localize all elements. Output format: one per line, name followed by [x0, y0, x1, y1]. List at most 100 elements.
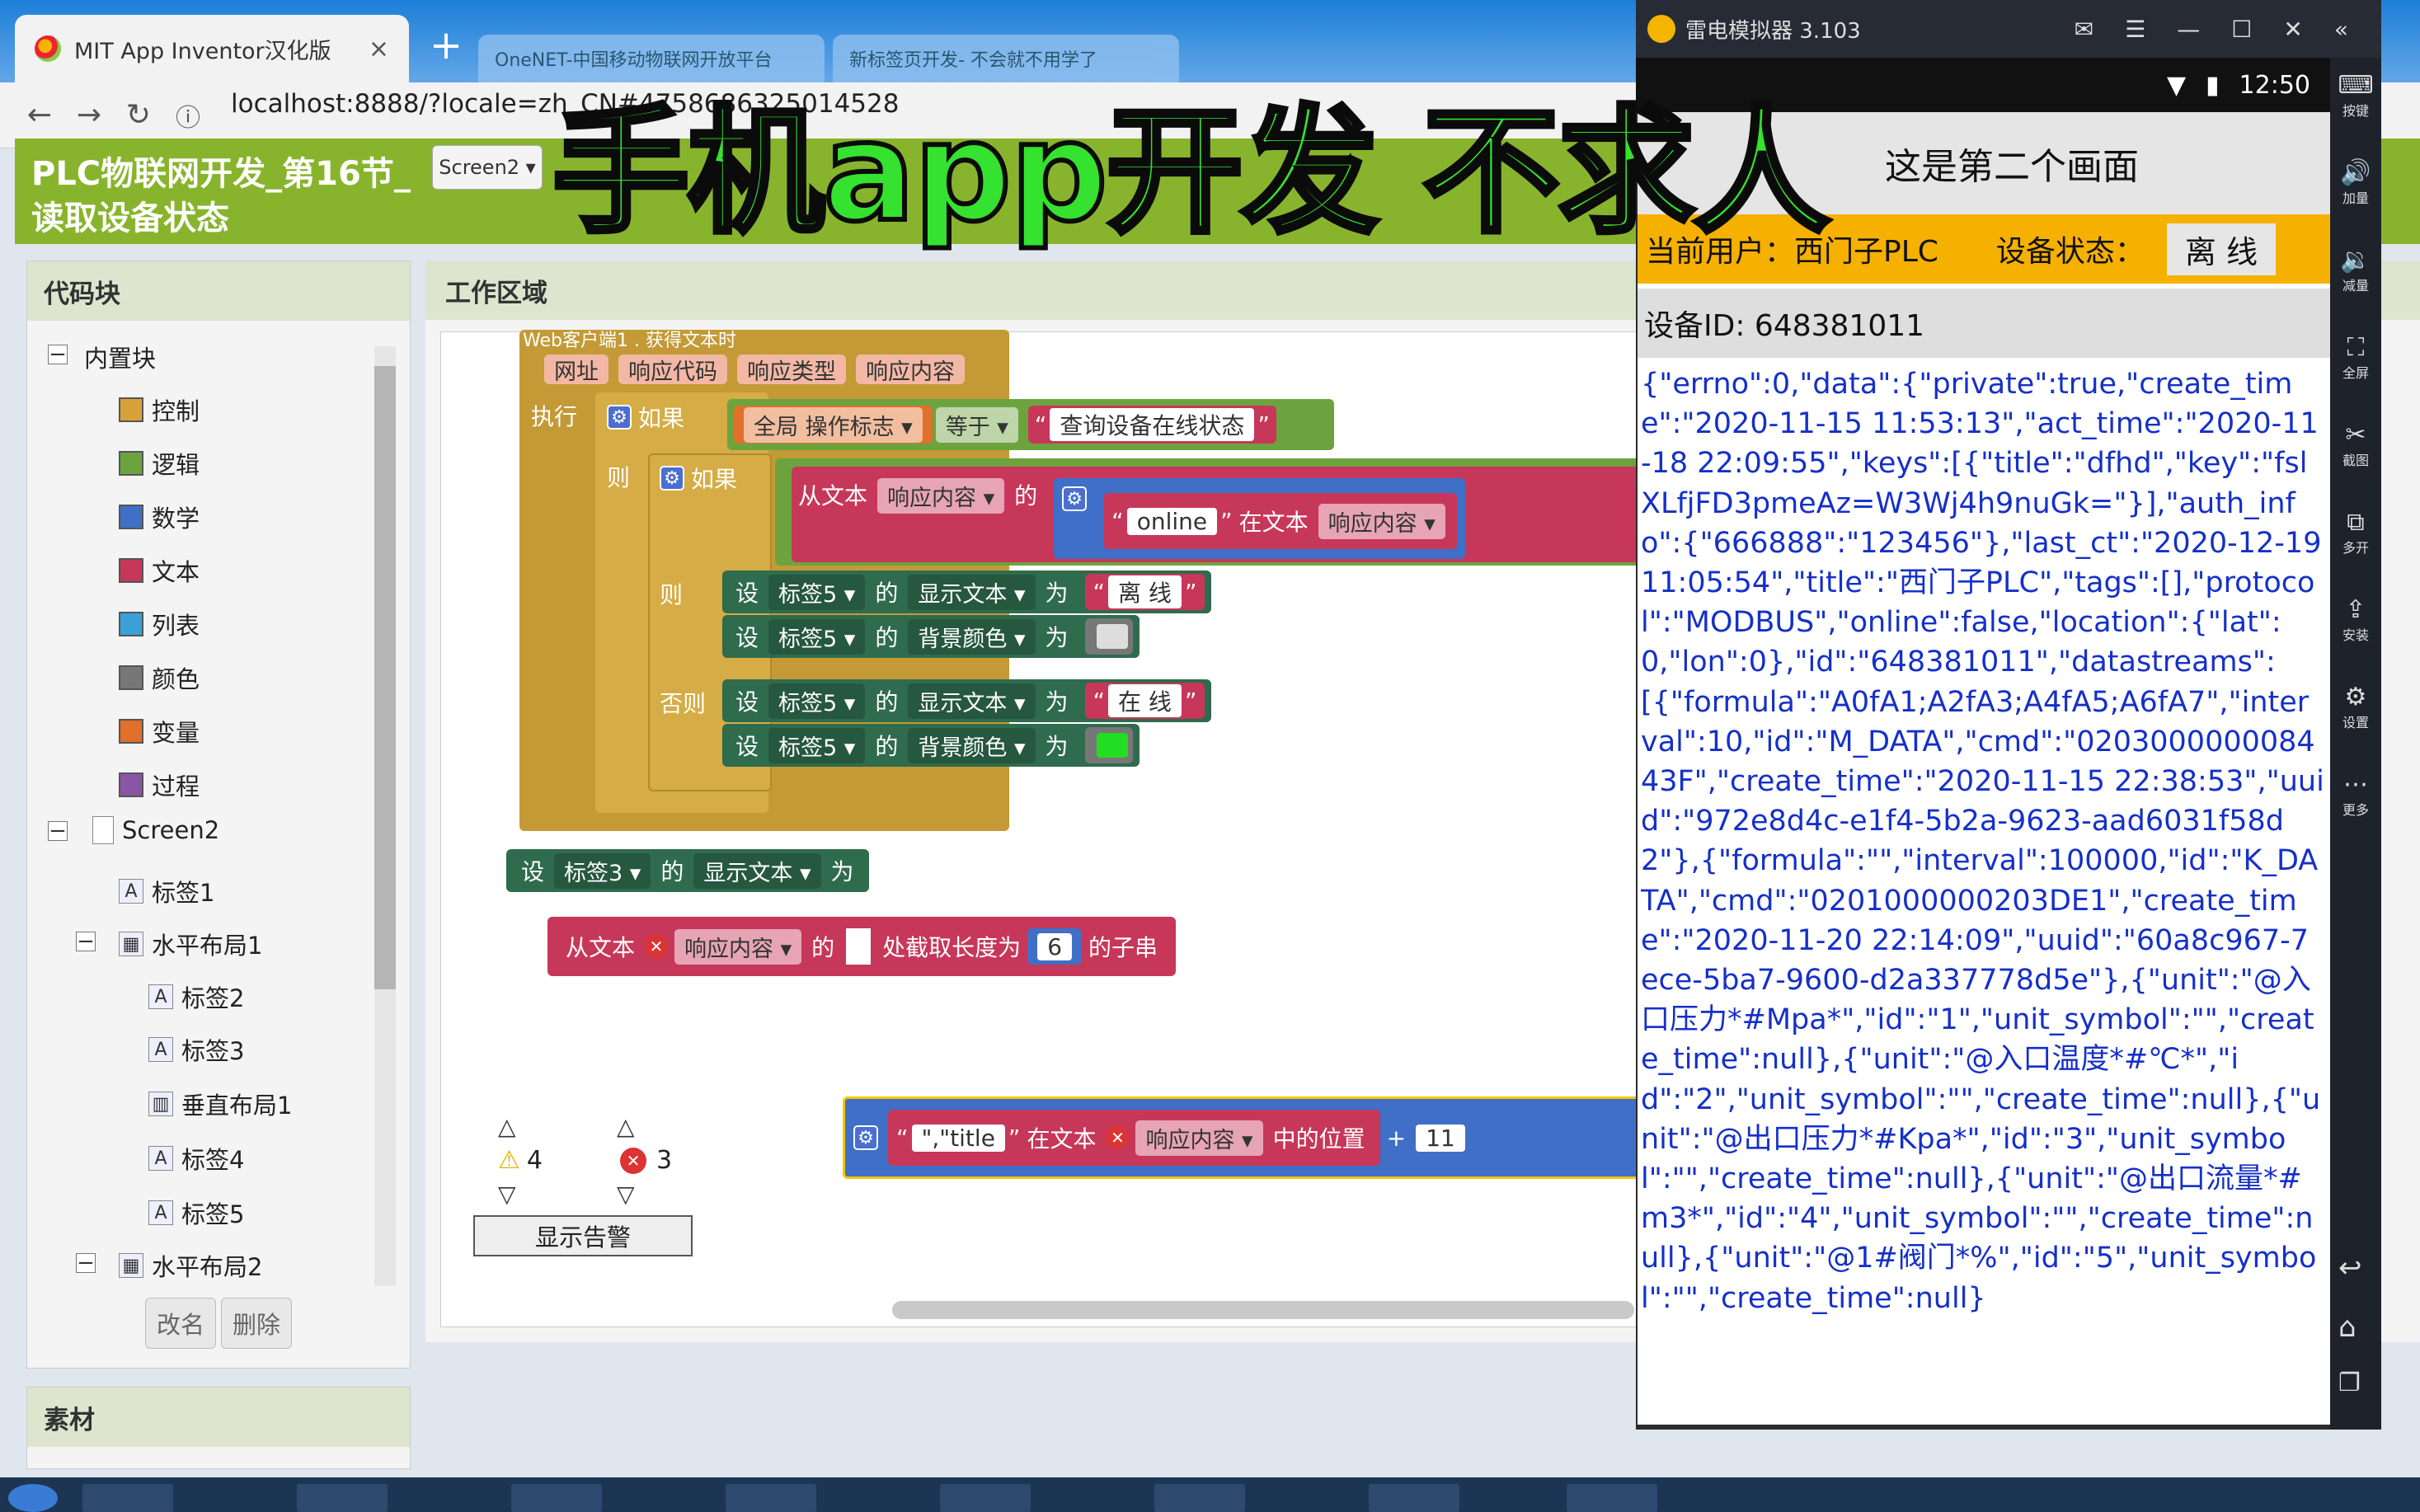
panel-scrollbar-thumb[interactable]	[374, 366, 396, 989]
component-item[interactable]: A 标签4	[148, 1141, 244, 1176]
collapse-icon[interactable]: −	[76, 1252, 96, 1274]
equals-dropdown[interactable]: 等于 ▾	[935, 406, 1018, 443]
builtin-category[interactable]: 颜色	[119, 660, 200, 695]
gear-icon[interactable]: ⚙	[1062, 486, 1088, 511]
global-flag-getter[interactable]: 全局 操作标志 ▾	[734, 406, 933, 444]
collapse-sidebar-icon[interactable]: «	[2334, 16, 2348, 43]
builtin-category[interactable]: 文本	[119, 553, 200, 588]
taskbar-app[interactable]	[726, 1484, 816, 1512]
taskbar-app-explorer[interactable]	[82, 1484, 173, 1512]
forward-icon[interactable]: →	[64, 98, 114, 132]
resp-content-getter[interactable]: 响应内容 ▾	[1135, 1120, 1263, 1156]
component-dropdown[interactable]: 标签5 ▾	[768, 727, 866, 763]
gear-icon[interactable]: ⚙	[607, 405, 632, 430]
taskbar-app[interactable]	[940, 1484, 1031, 1512]
error-up-arrow-icon[interactable]: △	[617, 1113, 635, 1140]
emulator-sidebar-item[interactable]: 🔊 加量	[2330, 158, 2381, 207]
menu-icon[interactable]: ☰	[2125, 16, 2145, 43]
component-item[interactable]: A 标签3	[148, 1032, 244, 1067]
site-info-icon[interactable]: ⓘ	[163, 97, 213, 134]
collapse-icon[interactable]: −	[76, 931, 96, 952]
compare-block[interactable]: 全局 操作标志 ▾ 等于 ▾ “查询设备在线状态”	[727, 399, 1334, 450]
math-block[interactable]: ⚙ “online” 在文本 响应内容 ▾	[1054, 478, 1465, 559]
component-item[interactable]: A 标签1	[119, 874, 214, 909]
close-icon[interactable]: ✕	[2283, 16, 2302, 43]
browser-tab-background-2[interactable]: 新标签页开发- 不会就不用学了	[833, 35, 1179, 82]
emulator-sidebar-item[interactable]: ⇪ 安装	[2330, 595, 2381, 644]
from-text-block[interactable]: 从文本 响应内容 ▾ 的 ⚙ “online” 在文本 响应内容 ▾	[792, 467, 1641, 562]
global-flag-dropdown[interactable]: 全局 操作标志 ▾	[744, 406, 923, 443]
start-button-icon[interactable]	[8, 1484, 58, 1512]
taskbar-app[interactable]	[1154, 1484, 1245, 1512]
property-dropdown[interactable]: 显示文本 ▾	[908, 683, 1036, 719]
color-block[interactable]	[1084, 618, 1133, 655]
title-position-block[interactable]: “","title” 在文本 ✕ 响应内容 ▾ 中的位置	[888, 1110, 1380, 1166]
builtin-category[interactable]: 列表	[119, 607, 200, 641]
error-icon[interactable]: ✕	[645, 935, 669, 958]
delete-button[interactable]: 删除	[221, 1298, 292, 1349]
emulator-sidebar-item[interactable]: ⋯ 更多	[2330, 770, 2381, 819]
offline-text-block[interactable]: “离 线”	[1084, 574, 1205, 610]
component-item[interactable]: ▦ 水平布局2	[119, 1248, 262, 1283]
property-dropdown[interactable]: 显示文本 ▾	[908, 574, 1036, 610]
reload-icon[interactable]: ↻	[114, 98, 163, 132]
query-text-value[interactable]: 查询设备在线状态	[1050, 408, 1255, 441]
title-string[interactable]: ","title	[911, 1124, 1005, 1152]
query-text-block[interactable]: “查询设备在线状态”	[1027, 406, 1276, 444]
event-param[interactable]: 响应类型	[737, 355, 846, 385]
home-nav-icon[interactable]: ⌂	[2338, 1311, 2357, 1344]
back-icon[interactable]: ←	[15, 98, 64, 132]
minimize-icon[interactable]: —	[2177, 16, 2200, 43]
builtin-category[interactable]: 变量	[119, 714, 200, 749]
new-tab-button[interactable]: +	[417, 20, 475, 71]
set-label5-bg-online[interactable]: 设标签5 ▾ 的背景颜色 ▾ 为	[722, 724, 1140, 767]
property-dropdown[interactable]: 背景颜色 ▾	[908, 727, 1036, 763]
num11-value[interactable]: 11	[1416, 1124, 1465, 1152]
color-block[interactable]	[1084, 727, 1133, 763]
component-item[interactable]: ▥ 垂直布局1	[148, 1087, 292, 1121]
back-nav-icon[interactable]: ↩	[2338, 1251, 2362, 1284]
empty-socket[interactable]	[846, 928, 872, 965]
offline-string[interactable]: 离 线	[1108, 575, 1182, 608]
resp-content-getter[interactable]: 响应内容 ▾	[1318, 503, 1445, 539]
warning-up-arrow-icon[interactable]: △	[498, 1113, 516, 1140]
builtin-category[interactable]: 控制	[119, 392, 200, 427]
event-param[interactable]: 网址	[544, 355, 609, 385]
emulator-sidebar-item[interactable]: ⧉ 多开	[2330, 508, 2381, 556]
collapse-icon[interactable]: −	[48, 344, 68, 365]
property-dropdown[interactable]: 背景颜色 ▾	[908, 618, 1036, 655]
set-label5-bg-offline[interactable]: 设标签5 ▾ 的背景颜色 ▾ 为	[722, 615, 1140, 658]
emulator-sidebar-item[interactable]: ⛶ 全屏	[2330, 333, 2381, 382]
error-down-arrow-icon[interactable]: ▽	[617, 1181, 635, 1208]
tree-screen2[interactable]: Screen2	[92, 816, 219, 844]
canvas-horizontal-scrollbar[interactable]	[892, 1301, 1634, 1319]
event-param[interactable]: 响应代码	[618, 355, 727, 385]
builtin-category[interactable]: 逻辑	[119, 446, 200, 481]
event-param[interactable]: 响应内容	[856, 355, 965, 385]
warning-down-arrow-icon[interactable]: ▽	[498, 1181, 516, 1208]
browser-tab-active[interactable]: MIT App Inventor汉化版 ×	[15, 15, 409, 82]
set-label5-text-offline[interactable]: 设标签5 ▾ 的显示文本 ▾ 为 “离 线”	[722, 571, 1212, 613]
builtin-category[interactable]: 数学	[119, 500, 200, 534]
taskbar-app[interactable]	[511, 1484, 602, 1512]
browser-tab-background-1[interactable]: OneNET-中国移动物联网开放平台	[478, 35, 825, 82]
resp-content-getter[interactable]: 响应内容 ▾	[674, 928, 802, 965]
component-dropdown[interactable]: 标签3 ▾	[554, 852, 651, 889]
error-icon[interactable]: ✕	[1106, 1126, 1130, 1149]
tab-close-icon[interactable]: ×	[369, 35, 389, 63]
component-dropdown[interactable]: 标签5 ▾	[768, 574, 866, 610]
component-dropdown[interactable]: 标签5 ▾	[768, 683, 866, 719]
collapse-icon[interactable]: −	[48, 820, 68, 842]
taskbar-app[interactable]	[1369, 1484, 1459, 1512]
online-text-block[interactable]: “在 线”	[1084, 683, 1205, 719]
emulator-sidebar-item[interactable]: 🔉 减量	[2330, 246, 2381, 294]
resp-content-getter[interactable]: 响应内容 ▾	[877, 478, 1005, 514]
maximize-icon[interactable]: ☐	[2231, 16, 2252, 43]
component-item[interactable]: ▦ 水平布局1	[119, 927, 262, 961]
mail-icon[interactable]: ✉	[2075, 16, 2093, 43]
component-item[interactable]: A 标签2	[148, 979, 244, 1014]
taskbar-app-emulator[interactable]	[1567, 1484, 1657, 1512]
num6-value[interactable]: 6	[1037, 932, 1073, 960]
number-block[interactable]: 6	[1027, 928, 1083, 965]
builtin-category[interactable]: 过程	[119, 768, 200, 802]
